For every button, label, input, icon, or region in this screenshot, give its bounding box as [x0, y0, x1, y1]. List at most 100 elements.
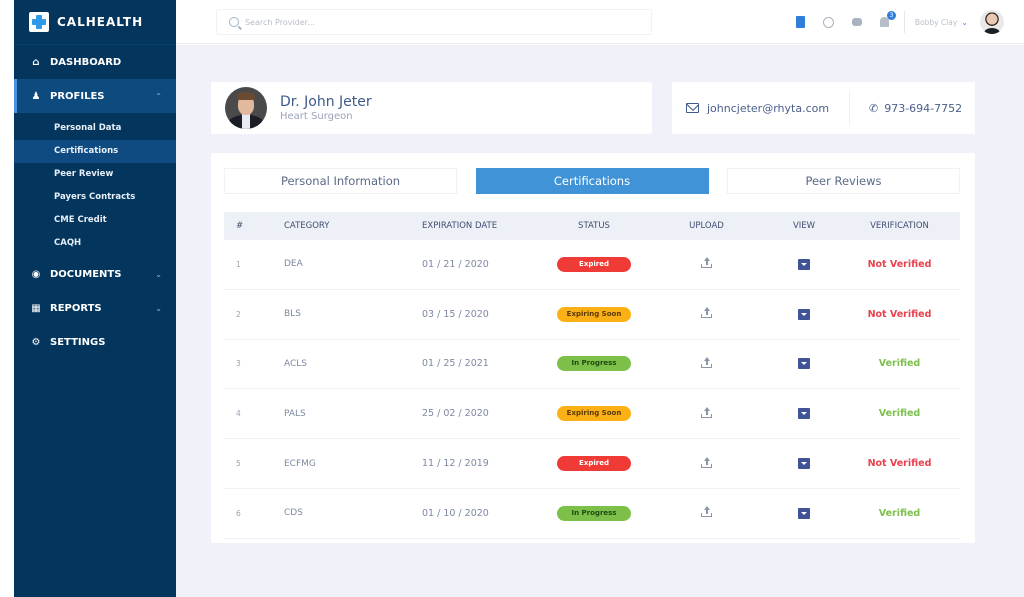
upload-icon[interactable]: [701, 356, 712, 368]
globe-button[interactable]: [822, 15, 836, 29]
user-avatar[interactable]: [980, 10, 1004, 34]
doctor-title: Heart Surgeon: [280, 111, 353, 122]
upload-cell: [644, 406, 769, 421]
sidebar-subitem-certifications[interactable]: Certifications: [14, 140, 176, 163]
view-dropdown-icon[interactable]: [798, 358, 810, 370]
brand[interactable]: CALHEALTH: [14, 0, 176, 44]
view-dropdown-icon[interactable]: [798, 507, 810, 519]
notifications-button[interactable]: 3: [878, 11, 896, 29]
status-badge: Expired: [557, 456, 631, 472]
view-dropdown-icon[interactable]: [798, 408, 810, 420]
view-dropdown-icon[interactable]: [798, 458, 810, 470]
sidebar-subitem-caqh[interactable]: CAQH: [14, 232, 176, 255]
sidebar-item-label: DOCUMENTS: [50, 268, 122, 280]
sidebar-item-documents[interactable]: ◉ DOCUMENTS ⌄: [14, 257, 176, 291]
verification-cell: Not Verified: [839, 458, 960, 469]
upload-icon[interactable]: [701, 456, 712, 468]
category-cell: ACLS: [284, 358, 308, 369]
sidebar: CALHEALTH ⌂ DASHBOARD ♟ PROFILES ⌃ Perso…: [14, 0, 176, 597]
row-number: 6: [236, 508, 241, 518]
category-cell: DEA: [284, 259, 303, 270]
phone-icon: ✆: [869, 101, 879, 115]
sidebar-item-label: SETTINGS: [50, 336, 106, 348]
calhealth-logo-icon: [29, 12, 49, 32]
contact-card-button[interactable]: [794, 15, 808, 29]
header-upload: UPLOAD: [689, 221, 724, 231]
view-cell: [769, 258, 839, 270]
verification-cell: Verified: [839, 508, 960, 519]
sidebar-item-label: REPORTS: [50, 302, 102, 314]
verification-cell: Not Verified: [839, 259, 960, 270]
view-dropdown-icon[interactable]: [798, 308, 810, 320]
header-view: VIEW: [792, 221, 816, 231]
certifications-card: Personal Information Certifications Peer…: [211, 153, 975, 543]
status-cell: Expired: [544, 456, 644, 472]
header-category[interactable]: CATEGORY: [264, 221, 404, 231]
brand-name: CALHEALTH: [57, 15, 144, 29]
sidebar-item-settings[interactable]: ⚙ SETTINGS: [14, 325, 176, 359]
category-cell: PALS: [284, 408, 306, 419]
chevron-up-icon: ⌃: [155, 91, 162, 101]
sidebar-item-label: DASHBOARD: [50, 56, 122, 68]
doctor-avatar: [225, 87, 267, 129]
chevron-down-icon: ⌄: [155, 303, 162, 313]
header-expiration-date[interactable]: EXPIRATION DATE: [404, 221, 544, 231]
upload-cell: [644, 356, 769, 371]
verification-status: Not Verified: [867, 458, 932, 470]
sidebar-subitem-cme-credit[interactable]: CME Credit: [14, 209, 176, 232]
view-dropdown-icon[interactable]: [798, 258, 810, 270]
verification-cell: Not Verified: [839, 309, 960, 320]
user-icon: ♟: [31, 90, 41, 102]
status-badge: Expired: [557, 256, 631, 272]
phone-text: 973-694-7752: [884, 101, 963, 115]
table-row: 1 DEA 01 / 21 / 2020 Expired Not Verified: [224, 240, 960, 290]
view-cell: [769, 358, 839, 370]
upload-icon[interactable]: [701, 307, 712, 319]
upload-cell: [644, 456, 769, 471]
email-contact[interactable]: johncjeter@rhyta.com: [672, 91, 850, 125]
search-input[interactable]: [245, 17, 625, 27]
expiration-date-cell: 11 / 12 / 2019: [422, 458, 489, 470]
row-number: 1: [236, 259, 241, 269]
status-cell: Expiring Soon: [544, 306, 644, 322]
expiration-date-cell: 25 / 02 / 2020: [422, 408, 489, 420]
sidebar-item-profiles[interactable]: ♟ PROFILES ⌃: [14, 79, 176, 113]
verification-cell: Verified: [839, 408, 960, 419]
sidebar-subitem-peer-review[interactable]: Peer Review: [14, 163, 176, 186]
view-cell: [769, 408, 839, 420]
header-verification[interactable]: VERIFICATION: [839, 221, 960, 231]
upload-icon[interactable]: [701, 406, 712, 418]
table-row: 2 BLS 03 / 15 / 2020 Expiring Soon Not Verif…: [224, 290, 960, 340]
header-num: #: [236, 221, 244, 231]
table-header: # CATEGORY EXPIRATION DATE STATUS UPLOAD…: [224, 212, 960, 240]
tab-personal-information[interactable]: Personal Information: [224, 168, 457, 194]
verification-status: Not Verified: [867, 308, 932, 320]
phone-contact[interactable]: ✆ 973-694-7752: [850, 102, 962, 115]
sidebar-item-dashboard[interactable]: ⌂ DASHBOARD: [14, 45, 176, 79]
status-badge: Expiring Soon: [557, 406, 631, 422]
sidebar-item-reports[interactable]: ▦ REPORTS ⌄: [14, 291, 176, 325]
table-row: 6 CDS 01 / 10 / 2020 In Progress Verified: [224, 489, 960, 539]
chevron-down-icon[interactable]: ⌄: [961, 18, 968, 27]
category-cell: BLS: [284, 309, 301, 320]
home-icon: ⌂: [32, 56, 40, 68]
upload-icon[interactable]: [701, 257, 712, 269]
expiration-date-cell: 01 / 21 / 2020: [422, 258, 489, 270]
verification-status: Verified: [878, 408, 921, 420]
contact-card-icon: [796, 16, 806, 28]
sidebar-subitem-payers-contracts[interactable]: Payers Contracts: [14, 186, 176, 209]
upload-icon[interactable]: [701, 506, 712, 518]
header-status[interactable]: STATUS: [544, 221, 644, 231]
tab-certifications[interactable]: Certifications: [475, 168, 709, 194]
chat-button[interactable]: [850, 15, 864, 29]
verification-status: Verified: [878, 358, 921, 370]
topbar-actions: 3 Bobby Clay ⌄: [780, 0, 1004, 44]
user-name[interactable]: Bobby Clay: [915, 18, 957, 27]
search-box[interactable]: [216, 9, 652, 35]
profile-tabs: Personal Information Certifications Peer…: [224, 168, 960, 194]
expiration-date-cell: 01 / 10 / 2020: [422, 507, 489, 519]
tab-peer-reviews[interactable]: Peer Reviews: [727, 168, 960, 194]
upload-cell: [644, 307, 769, 321]
upload-cell: [644, 257, 769, 271]
sidebar-subitem-personal-data[interactable]: Personal Data: [14, 117, 176, 140]
